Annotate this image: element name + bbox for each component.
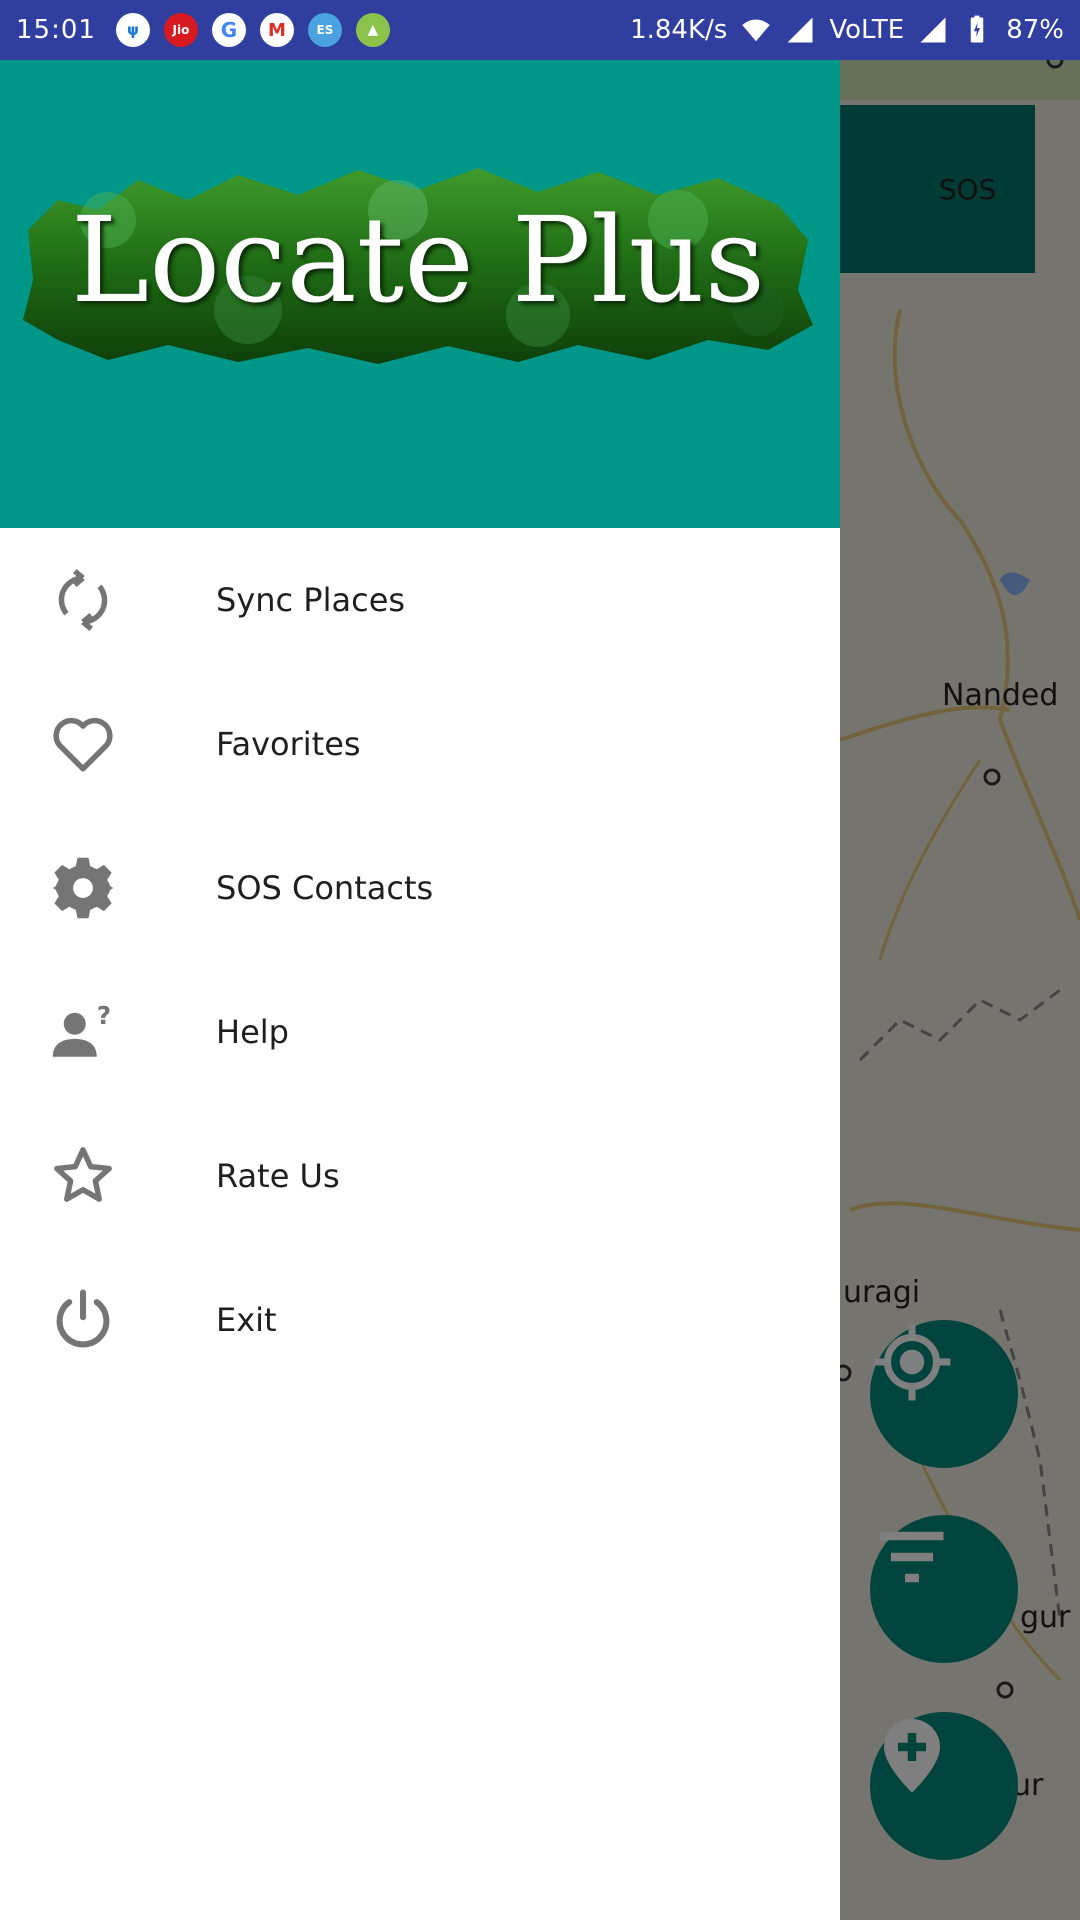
cell-signal-2-icon xyxy=(920,17,946,43)
menu-item-sos-contacts[interactable]: SOS Contacts xyxy=(0,816,840,960)
svg-text:?: ? xyxy=(97,1001,111,1030)
menu-label-help: Help xyxy=(216,1013,289,1051)
menu-label-sos-contacts: SOS Contacts xyxy=(216,869,434,907)
menu-label-rate-us: Rate Us xyxy=(216,1157,340,1195)
app-logo: Locate Plus xyxy=(18,150,818,370)
drawer-header: Locate Plus xyxy=(0,60,840,528)
power-icon xyxy=(50,1287,116,1353)
gear-icon xyxy=(50,855,116,921)
menu-item-help[interactable]: ? Help xyxy=(0,960,840,1104)
sync-icon xyxy=(50,567,116,633)
star-icon xyxy=(50,1143,116,1209)
gmail-icon: M xyxy=(259,13,294,47)
status-bar-left: 15:01 ψ Jio G M ES ▲ xyxy=(16,13,390,47)
jio-icon: Jio xyxy=(163,13,198,47)
wifi-icon xyxy=(742,19,771,42)
status-time: 15:01 xyxy=(16,15,96,45)
status-bar: 15:01 ψ Jio G M ES ▲ 1.84K/s VoLTE 87% xyxy=(0,0,1080,60)
menu-item-exit[interactable]: Exit xyxy=(0,1248,840,1392)
menu-label-favorites: Favorites xyxy=(216,725,361,763)
menu-item-rate-us[interactable]: Rate Us xyxy=(0,1104,840,1248)
menu-label-sync-places: Sync Places xyxy=(216,581,406,619)
usb-icon: ψ xyxy=(115,13,150,47)
app-logo-text: Locate Plus xyxy=(70,191,766,329)
navigation-drawer: Locate Plus Sync Places Favorites SOS Co… xyxy=(0,60,840,1920)
es-file-icon: ES xyxy=(307,13,342,47)
menu-label-exit: Exit xyxy=(216,1301,277,1339)
network-speed: 1.84K/s xyxy=(630,15,728,45)
cell-signal-icon xyxy=(787,17,813,43)
status-bar-right: 1.84K/s VoLTE 87% xyxy=(630,15,1064,45)
person-help-icon: ? xyxy=(50,999,116,1065)
menu-item-sync-places[interactable]: Sync Places xyxy=(0,528,840,672)
menu-item-favorites[interactable]: Favorites xyxy=(0,672,840,816)
battery-icon xyxy=(970,15,984,43)
google-icon: G xyxy=(211,13,246,47)
heart-icon xyxy=(50,711,116,777)
drawer-menu: Sync Places Favorites SOS Contacts ? Hel… xyxy=(0,528,840,1392)
volte-label: VoLTE xyxy=(829,15,905,45)
android-icon: ▲ xyxy=(355,13,390,47)
battery-percent: 87% xyxy=(1006,15,1064,45)
